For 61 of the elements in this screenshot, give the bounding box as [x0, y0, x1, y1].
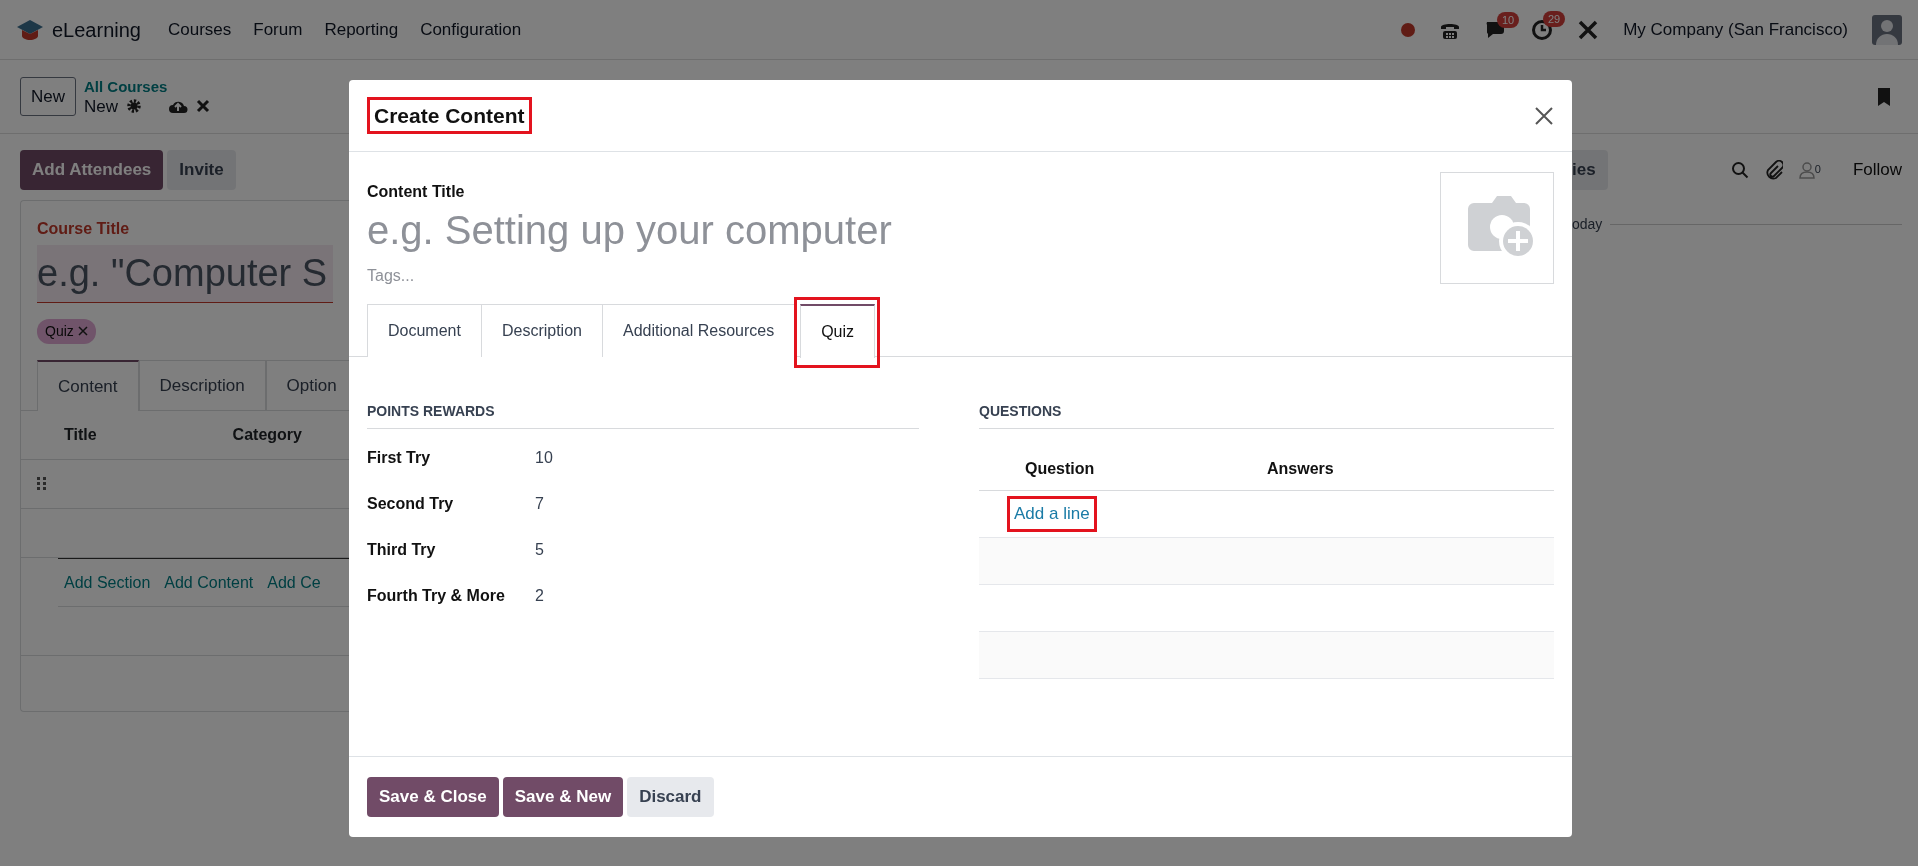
field-label: Fourth Try & More	[367, 586, 506, 606]
discard-button[interactable]: Discard	[627, 777, 714, 817]
field-value[interactable]: 10	[535, 446, 553, 470]
field-label: Second Try	[367, 494, 455, 514]
date-separator: oday	[1572, 214, 1603, 234]
field-label: Content Title	[367, 182, 466, 202]
app-name[interactable]: eLearning	[52, 14, 141, 45]
menu-item[interactable]: Forum	[242, 16, 314, 43]
tab[interactable]: Description	[138, 359, 266, 411]
search-icon[interactable]	[1730, 160, 1749, 179]
invite-button[interactable]: Invite	[167, 150, 236, 190]
breadcrumb-link[interactable]: All Courses	[84, 78, 211, 94]
dialog-title: Create Content	[367, 96, 532, 135]
add-link[interactable]: Add Content	[164, 570, 254, 595]
count-badge: 29	[1542, 10, 1566, 27]
field-value[interactable]: 7	[535, 492, 544, 516]
menu-item[interactable]: Configuration	[409, 16, 533, 43]
add-link[interactable]: Add Section	[64, 570, 151, 595]
add-attendees-button[interactable]: Add Attendees	[20, 150, 164, 190]
tab[interactable]: Additional Resources	[601, 304, 796, 357]
add-link[interactable]: Add Ce	[267, 570, 321, 595]
follower-count: 0	[1814, 161, 1821, 177]
column-header: Question	[1025, 459, 1096, 479]
column-header: Category	[232, 425, 302, 445]
field-value[interactable]: 2	[535, 584, 544, 608]
menu-item[interactable]: Reporting	[313, 16, 410, 43]
tags-input-field[interactable]: Tags...	[367, 264, 1440, 288]
save-button[interactable]: Save & Close	[367, 777, 499, 817]
tab[interactable]: Quiz	[800, 304, 876, 358]
tag-label: Quiz	[45, 321, 74, 341]
section-title: POINTS REWARDS	[367, 401, 919, 429]
tab[interactable]: Content	[37, 359, 139, 411]
field-label: First Try	[367, 448, 432, 468]
status-dot-icon	[1401, 22, 1416, 37]
count-badge: 10	[1496, 11, 1520, 28]
drag-handle-icon[interactable]	[37, 477, 47, 491]
image-upload-field[interactable]	[1440, 172, 1554, 284]
new-button[interactable]: New	[20, 76, 76, 117]
tag-chip[interactable]: Quiz	[37, 318, 96, 344]
field-label: Course Title	[37, 218, 131, 239]
tab[interactable]: Document	[367, 304, 482, 357]
field-value[interactable]: 5	[535, 538, 544, 562]
follow-link[interactable]: Follow	[1852, 157, 1902, 183]
avatar-icon[interactable]	[1872, 14, 1902, 45]
close-icon[interactable]	[1534, 105, 1554, 126]
add-line-link[interactable]: Add a line	[1007, 496, 1097, 532]
column-header: Answers	[1267, 459, 1334, 479]
section-title: QUESTIONS	[979, 401, 1554, 429]
title-input-field[interactable]: e.g. Setting up your computer	[367, 204, 1440, 256]
paperclip-icon[interactable]	[1764, 159, 1783, 180]
field-label: Third Try	[367, 540, 437, 560]
menu-item[interactable]: Courses	[156, 16, 243, 43]
breadcrumb-current: New	[84, 97, 119, 115]
discard-icon[interactable]	[196, 99, 211, 113]
bookmark-icon[interactable]	[1876, 86, 1892, 107]
title-input-field[interactable]: e.g. "Computer S	[37, 244, 333, 303]
save-button[interactable]: Save & New	[502, 777, 624, 817]
column-header: Title	[64, 425, 97, 445]
company-switcher[interactable]: My Company (San Francisco)	[1623, 16, 1848, 43]
tab[interactable]: Description	[480, 304, 603, 357]
chatter-button[interactable]: ies	[1572, 150, 1608, 190]
